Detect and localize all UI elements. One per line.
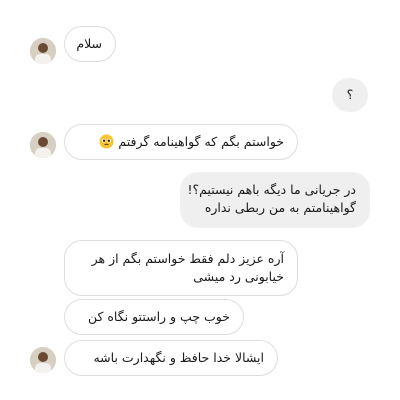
avatar-photo-icon [30, 132, 56, 158]
outgoing-message[interactable]: ؟ [332, 78, 368, 112]
contact-avatar[interactable] [30, 347, 56, 373]
avatar-photo-icon [30, 38, 56, 64]
outgoing-message[interactable]: در جریانی ما دیگه باهم نیستیم؟! گواهینام… [180, 172, 370, 228]
chat-thread: سلام ؟ خواستم بگم که گواهینامه گرفتم در … [0, 0, 400, 400]
message-text: خوب چپ و راستتو نگاه کن [87, 309, 230, 324]
pleading-face-icon [99, 134, 114, 149]
message-text: ؟ [346, 87, 354, 102]
message-text: ایشالا خدا حافظ و نگهدارت باشه [93, 350, 264, 365]
avatar-photo-icon [30, 347, 56, 373]
contact-avatar[interactable] [30, 132, 56, 158]
message-text: سلام [76, 36, 102, 51]
message-text: خواستم بگم که گواهینامه گرفتم [118, 134, 284, 149]
message-text: گواهینامتم به من ربطی نداره [204, 200, 356, 215]
incoming-message[interactable]: آره عزیز دلم فقط خواستم بگم از هر خیابون… [64, 240, 298, 296]
message-text: آره عزیز دلم فقط خواستم بگم از هر [91, 251, 284, 266]
incoming-message[interactable]: خواستم بگم که گواهینامه گرفتم [64, 124, 298, 160]
incoming-message[interactable]: خوب چپ و راستتو نگاه کن [64, 299, 244, 335]
incoming-message[interactable]: سلام [64, 26, 116, 62]
incoming-message[interactable]: ایشالا خدا حافظ و نگهدارت باشه [64, 340, 278, 376]
message-line: خواستم بگم که گواهینامه گرفتم [78, 133, 284, 151]
contact-avatar[interactable] [30, 38, 56, 64]
message-text: خیابونی رد میشی [193, 269, 284, 284]
message-text: در جریانی ما دیگه باهم نیستیم؟! [187, 182, 356, 197]
